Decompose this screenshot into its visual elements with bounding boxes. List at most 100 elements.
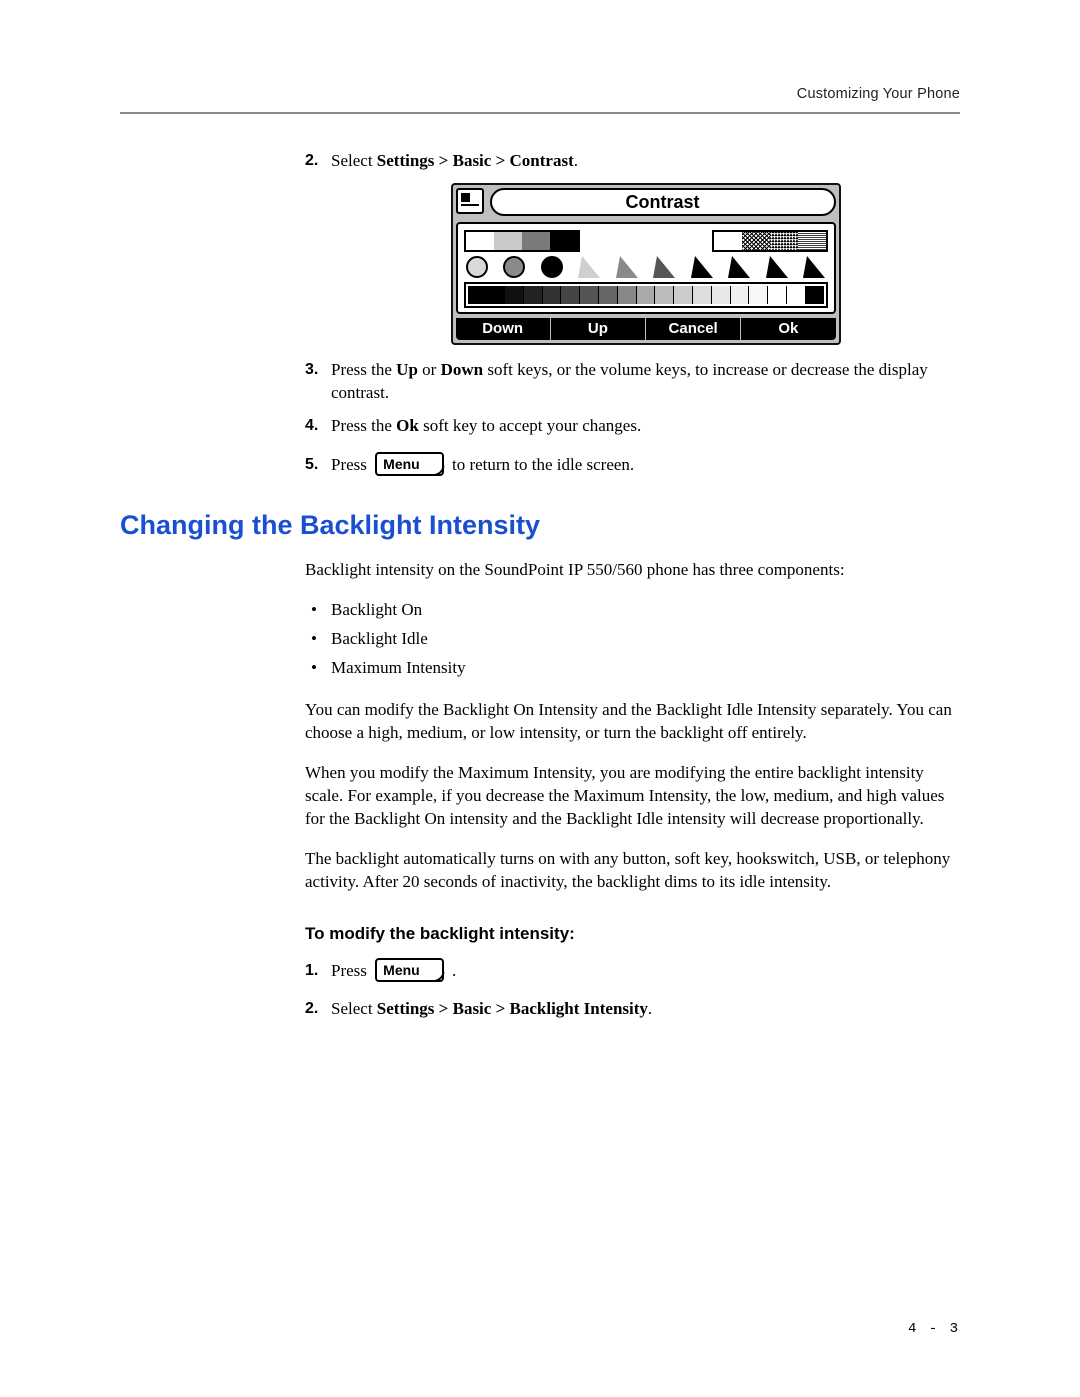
step-number: 4. bbox=[305, 415, 318, 437]
step-text: . bbox=[574, 151, 578, 170]
step-4: 4. Press the Ok soft key to accept your … bbox=[305, 415, 960, 438]
paragraph: You can modify the Backlight On Intensit… bbox=[305, 699, 960, 745]
swatch-white bbox=[714, 232, 742, 250]
contrast-steps-list: 2. Select Settings > Basic > Contrast. C… bbox=[305, 150, 960, 478]
page: Customizing Your Phone 2. Select Setting… bbox=[0, 0, 1080, 1397]
list-item: Maximum Intensity bbox=[305, 654, 960, 683]
swatch-row bbox=[464, 230, 828, 252]
backlight-steps-list: 1. Press Menu . 2. Select Settings > Bas… bbox=[305, 960, 960, 1021]
gradient-cell bbox=[749, 286, 768, 304]
gradient-cell bbox=[693, 286, 712, 304]
step-text: Press bbox=[331, 455, 371, 474]
step-number: 2. bbox=[305, 150, 318, 172]
gradient-cell bbox=[543, 286, 562, 304]
lcd-body bbox=[456, 222, 836, 314]
circle-icon bbox=[503, 256, 525, 278]
lcd-figure: Contrast bbox=[331, 183, 960, 345]
list-item: Backlight On bbox=[305, 596, 960, 625]
gradient-cell bbox=[505, 286, 524, 304]
step-text: Press the bbox=[331, 360, 396, 379]
procedure-subheading: To modify the backlight intensity: bbox=[305, 924, 960, 944]
gradient-bar bbox=[464, 282, 828, 308]
step-text: Press bbox=[331, 961, 371, 980]
gradient-cell bbox=[768, 286, 787, 304]
gradient-cell bbox=[806, 286, 824, 304]
backlight-section: Backlight intensity on the SoundPoint IP… bbox=[305, 559, 960, 1021]
step-bold: Settings > Basic > Contrast bbox=[377, 151, 574, 170]
dither-swatches bbox=[712, 230, 828, 252]
gradient-cell bbox=[486, 286, 505, 304]
triangle-icon bbox=[728, 256, 750, 278]
step-5: 5. Press Menu to return to the idle scre… bbox=[305, 454, 960, 478]
list-item: Backlight Idle bbox=[305, 625, 960, 654]
softkey-up[interactable]: Up bbox=[551, 318, 645, 340]
gradient-cell bbox=[599, 286, 618, 304]
triangle-icon bbox=[803, 256, 825, 278]
gray-swatches bbox=[464, 230, 580, 252]
gradient-cell bbox=[712, 286, 731, 304]
swatch-black bbox=[550, 232, 578, 250]
section-heading-backlight: Changing the Backlight Intensity bbox=[120, 510, 960, 541]
up-key-label: Up bbox=[396, 360, 418, 379]
swatch-light-gray bbox=[494, 232, 522, 250]
contrast-steps-block: 2. Select Settings > Basic > Contrast. C… bbox=[305, 150, 960, 478]
softkey-ok[interactable]: Ok bbox=[741, 318, 835, 340]
triangle-icon bbox=[616, 256, 638, 278]
circle-icon bbox=[466, 256, 488, 278]
lcd-title: Contrast bbox=[490, 188, 836, 216]
swatch-dither-1 bbox=[742, 232, 770, 250]
triangle-icon bbox=[766, 256, 788, 278]
step-text: Press the bbox=[331, 416, 396, 435]
step-text: to return to the idle screen. bbox=[452, 455, 634, 474]
intro-paragraph: Backlight intensity on the SoundPoint IP… bbox=[305, 559, 960, 582]
shapes-row bbox=[464, 256, 828, 278]
softkey-down[interactable]: Down bbox=[456, 318, 550, 340]
step-2: 2. Select Settings > Basic > Backlight I… bbox=[305, 998, 960, 1021]
paragraph: The backlight automatically turns on wit… bbox=[305, 848, 960, 894]
lcd-screen: Contrast bbox=[451, 183, 841, 345]
step-text: soft key to accept your changes. bbox=[419, 416, 641, 435]
gradient-cell bbox=[787, 286, 806, 304]
components-list: Backlight On Backlight Idle Maximum Inte… bbox=[305, 596, 960, 683]
page-header: Customizing Your Phone bbox=[120, 86, 960, 114]
ok-key-label: Ok bbox=[396, 416, 419, 435]
window-icon bbox=[456, 188, 484, 214]
gradient-cell bbox=[618, 286, 637, 304]
paragraph: When you modify the Maximum Intensity, y… bbox=[305, 762, 960, 831]
running-head: Customizing Your Phone bbox=[120, 86, 960, 102]
swatch-dither-2 bbox=[770, 232, 798, 250]
swatch-dark-gray bbox=[522, 232, 550, 250]
down-key-label: Down bbox=[441, 360, 484, 379]
step-number: 2. bbox=[305, 998, 318, 1020]
step-text: or bbox=[418, 360, 441, 379]
content-area: 2. Select Settings > Basic > Contrast. C… bbox=[120, 150, 960, 1031]
softkey-row: Down Up Cancel Ok bbox=[456, 318, 836, 340]
triangle-icon bbox=[691, 256, 713, 278]
gradient-cell bbox=[468, 286, 487, 304]
step-text: . bbox=[648, 999, 652, 1018]
step-text: Select bbox=[331, 151, 377, 170]
lcd-titlebar: Contrast bbox=[456, 188, 836, 216]
menu-key-icon: Menu bbox=[375, 452, 444, 476]
swatch-white bbox=[466, 232, 494, 250]
gradient-cell bbox=[637, 286, 656, 304]
gradient-cell bbox=[674, 286, 693, 304]
header-rule bbox=[120, 112, 960, 114]
page-number: 4 - 3 bbox=[908, 1321, 960, 1337]
menu-key-icon: Menu bbox=[375, 958, 444, 982]
gradient-cell bbox=[655, 286, 674, 304]
step-number: 1. bbox=[305, 960, 318, 982]
step-text: Select bbox=[331, 999, 377, 1018]
step-1: 1. Press Menu . bbox=[305, 960, 960, 984]
step-bold: Settings > Basic > Backlight Intensity bbox=[377, 999, 648, 1018]
gradient-cell bbox=[561, 286, 580, 304]
gradient-cell bbox=[524, 286, 543, 304]
swatch-dither-3 bbox=[798, 232, 826, 250]
gradient-cell bbox=[731, 286, 750, 304]
gradient-cell bbox=[580, 286, 599, 304]
step-number: 3. bbox=[305, 359, 318, 381]
circle-icon bbox=[541, 256, 563, 278]
step-text: . bbox=[452, 961, 456, 980]
step-number: 5. bbox=[305, 454, 318, 476]
softkey-cancel[interactable]: Cancel bbox=[646, 318, 740, 340]
